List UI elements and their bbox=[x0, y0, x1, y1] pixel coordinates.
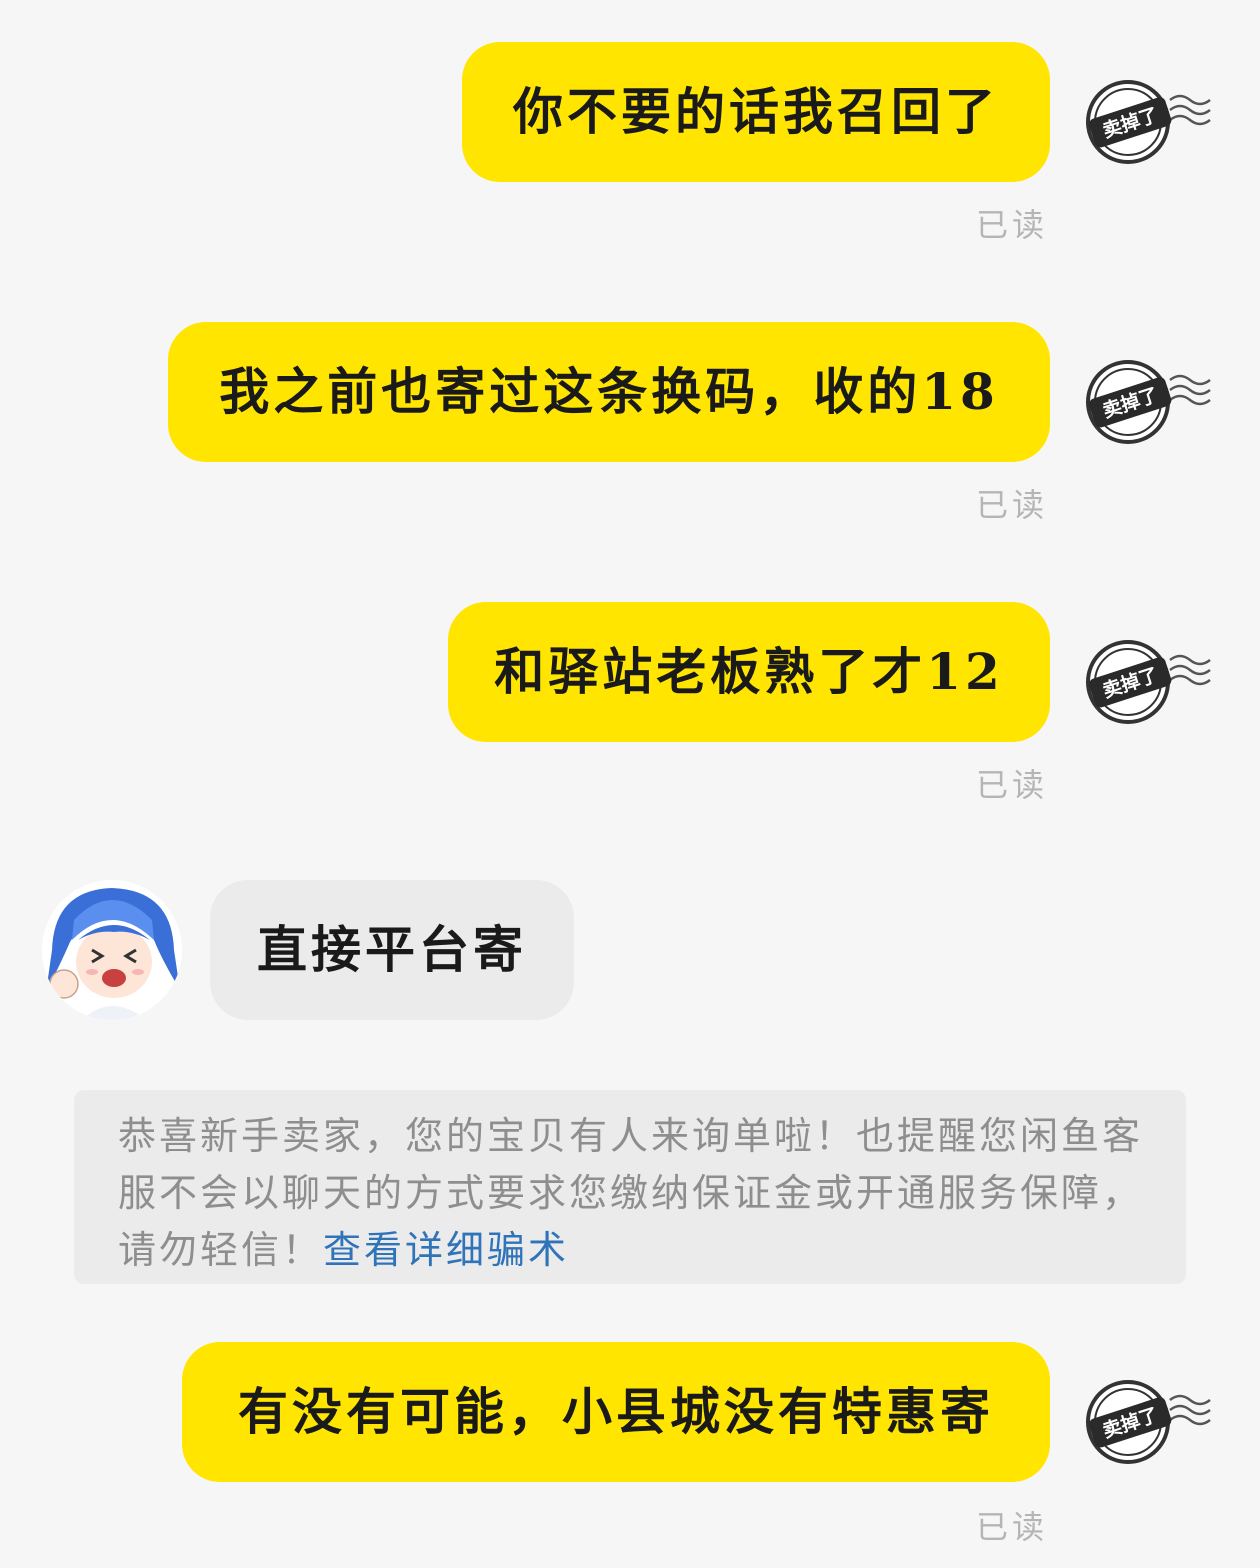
sold-stamp-icon[interactable]: 卖掉了 bbox=[1086, 350, 1216, 450]
scam-details-link[interactable]: 查看详细骗术 bbox=[323, 1228, 569, 1272]
read-status: 已读 bbox=[975, 206, 1048, 244]
sold-stamp-icon[interactable]: 卖掉了 bbox=[1086, 70, 1216, 170]
read-status: 已读 bbox=[975, 486, 1048, 524]
incoming-message-bubble[interactable]: 直接平台寄 bbox=[210, 880, 574, 1020]
read-status: 已读 bbox=[975, 1508, 1048, 1546]
safety-notice: 恭喜新手卖家，您的宝贝有人来询单啦！也提醒您闲鱼客服不会以聊天的方式要求您缴纳保… bbox=[74, 1090, 1186, 1284]
sold-stamp-icon[interactable]: 卖掉了 bbox=[1086, 630, 1216, 730]
sold-stamp-icon[interactable]: 卖掉了 bbox=[1086, 1370, 1216, 1470]
outgoing-message-bubble[interactable]: 我之前也寄过这条换码，收的18 bbox=[168, 322, 1050, 462]
outgoing-message-bubble[interactable]: 和驿站老板熟了才12 bbox=[448, 602, 1050, 742]
contact-avatar[interactable] bbox=[42, 880, 182, 1020]
read-status: 已读 bbox=[975, 766, 1048, 804]
anime-girl-avatar-icon bbox=[42, 880, 182, 1020]
safety-notice-text: 恭喜新手卖家，您的宝贝有人来询单啦！也提醒您闲鱼客服不会以聊天的方式要求您缴纳保… bbox=[118, 1114, 1144, 1272]
outgoing-message-bubble[interactable]: 有没有可能，小县城没有特惠寄 bbox=[182, 1342, 1050, 1482]
outgoing-message-bubble[interactable]: 你不要的话我召回了 bbox=[462, 42, 1050, 182]
